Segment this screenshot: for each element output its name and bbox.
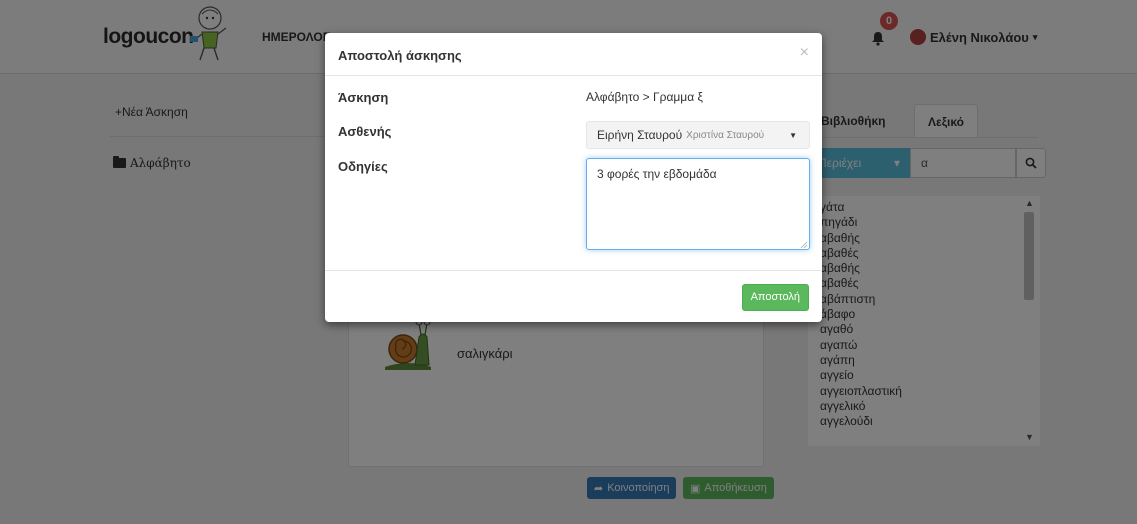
modal-title: Αποστολή άσκησης — [338, 48, 462, 63]
instructions-label: Οδηγίες — [338, 159, 388, 174]
patient-label: Ασθενής — [338, 124, 392, 139]
caret-down-icon: ▼ — [789, 131, 797, 140]
patient-select[interactable]: Ειρήνη Σταυρού Χριστίνα Σταυρού ▼ — [586, 121, 810, 149]
exercise-value: Αλφάβητο > Γραμμα ξ — [586, 90, 703, 104]
instructions-textarea[interactable]: 3 φορές την εβδομάδα — [586, 158, 810, 250]
modal-header: Αποστολή άσκησης × — [325, 33, 822, 76]
patient-subtext: Χριστίνα Σταυρού — [686, 129, 765, 141]
modal-body: Άσκηση Αλφάβητο > Γραμμα ξ Ασθενής Ειρήν… — [325, 76, 822, 270]
send-button[interactable]: Αποστολή — [741, 284, 809, 311]
resize-grip-icon[interactable] — [800, 241, 807, 248]
exercise-label: Άσκηση — [338, 90, 389, 105]
close-icon[interactable]: × — [800, 44, 809, 62]
send-exercise-modal: Αποστολή άσκησης × Άσκηση Αλφάβητο > Γρα… — [325, 33, 822, 322]
modal-footer: Αποστολή — [325, 270, 822, 322]
patient-name: Ειρήνη Σταυρού — [597, 128, 683, 142]
